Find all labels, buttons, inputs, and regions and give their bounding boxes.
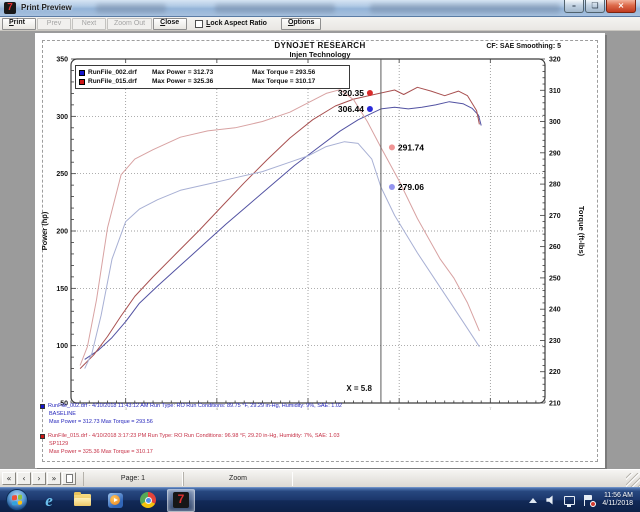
network-icon[interactable]	[564, 496, 575, 505]
volume-icon[interactable]	[546, 495, 556, 505]
last-page-button[interactable]: »	[47, 472, 61, 485]
print-button[interactable]: Print	[2, 18, 36, 30]
system-tray: 11:56 AM 4/11/2018	[529, 492, 640, 509]
svg-text:310: 310	[549, 88, 561, 95]
taskbar: e 7 11:56 AM 4/11/2018	[0, 487, 640, 512]
svg-text:300: 300	[56, 114, 68, 121]
curve	[80, 87, 479, 368]
window-title: Print Preview	[21, 3, 72, 12]
taskbar-explorer-button[interactable]	[68, 489, 96, 512]
svg-text:200: 200	[56, 229, 68, 236]
svg-text:250: 250	[549, 275, 561, 282]
svg-text:291.74: 291.74	[398, 142, 424, 152]
app-icon: 7	[4, 2, 16, 14]
taskbar-clock[interactable]: 11:56 AM 4/11/2018	[602, 492, 633, 509]
svg-text:240: 240	[549, 307, 561, 314]
clock-date: 4/11/2018	[602, 500, 633, 509]
cursor-marker	[367, 106, 373, 112]
show-hidden-icons-button[interactable]	[529, 498, 537, 503]
titlebar[interactable]: 7 Print Preview – ❏ ×	[0, 0, 640, 17]
maximize-button[interactable]: ❏	[585, 0, 605, 13]
zoom-cell: Zoom	[183, 472, 293, 486]
taskbar-media-player-button[interactable]	[101, 489, 129, 512]
svg-text:270: 270	[549, 213, 561, 220]
options-button[interactable]: Options	[281, 18, 321, 30]
svg-text:280: 280	[549, 182, 561, 189]
svg-text:Torque (ft-lbs): Torque (ft-lbs)	[577, 206, 586, 257]
toolbar: Print Prev Next Zoom Out Close Lock Aspe…	[0, 17, 640, 31]
statusbar: « ‹ › » Page: 1 Zoom	[0, 469, 640, 487]
chrome-icon	[140, 492, 156, 508]
prev-button[interactable]: Prev	[37, 18, 71, 30]
screen: 7 Print Preview – ❏ × Print Prev Next Zo…	[0, 0, 640, 512]
media-player-icon	[108, 493, 123, 508]
svg-text:6: 6	[398, 406, 401, 411]
cursor-marker	[367, 90, 373, 96]
taskbar-internet-explorer-button[interactable]: e	[35, 489, 63, 512]
internet-explorer-icon: e	[45, 492, 53, 509]
chart-legend: RunFile_002.drf Max Power = 312.73 Max T…	[75, 65, 350, 89]
zoom-out-button[interactable]: Zoom Out	[107, 18, 152, 30]
page-view-button[interactable]	[62, 472, 76, 485]
svg-text:150: 150	[56, 286, 68, 293]
start-button[interactable]	[6, 489, 28, 511]
alert-badge	[590, 501, 596, 507]
svg-text:230: 230	[549, 338, 561, 345]
taskbar-dynojet-button[interactable]: 7	[167, 489, 195, 512]
cursor-marker	[389, 144, 395, 150]
taskbar-chrome-button[interactable]	[134, 489, 162, 512]
lock-aspect-ratio-checkbox[interactable]	[195, 20, 203, 28]
run-swatch-red	[40, 434, 45, 439]
svg-text:220: 220	[549, 369, 561, 376]
clock-time: 11:56 AM	[602, 492, 633, 501]
svg-text:100: 100	[56, 343, 68, 350]
svg-text:210: 210	[549, 401, 561, 408]
redacted-text	[215, 4, 335, 13]
run-annotation-baseline: RunFile_002.drf - 4/10/2018 11:43:12 AM …	[40, 402, 342, 426]
legend-swatch-blue	[79, 70, 85, 76]
run-annotation-sp1129: RunFile_015.drf - 4/10/2018 3:17:23 PM R…	[40, 432, 340, 456]
resize-grip[interactable]	[626, 473, 640, 487]
svg-text:7: 7	[489, 406, 492, 411]
close-window-button[interactable]: ×	[606, 0, 636, 13]
svg-text:320: 320	[549, 57, 561, 64]
next-button[interactable]: Next	[72, 18, 106, 30]
next-page-button[interactable]: ›	[32, 472, 46, 485]
lock-aspect-ratio-control[interactable]: Lock Aspect Ratio	[195, 20, 267, 28]
svg-text:X = 5.8: X = 5.8	[346, 384, 372, 393]
svg-text:350: 350	[56, 57, 68, 64]
report-page: DYNOJET RESEARCH Injen Technology CF: SA…	[35, 33, 605, 468]
svg-text:260: 260	[549, 244, 561, 251]
legend-row: RunFile_015.drf Max Power = 325.36 Max T…	[79, 77, 344, 86]
curve	[85, 102, 482, 360]
svg-text:306.44: 306.44	[338, 104, 364, 114]
redacted-text	[370, 4, 560, 13]
page-icon	[66, 474, 73, 483]
windows-logo-icon	[12, 494, 22, 505]
close-preview-button[interactable]: Close	[153, 18, 187, 30]
svg-text:320.35: 320.35	[338, 88, 364, 98]
svg-text:Power (hp): Power (hp)	[40, 211, 49, 250]
folder-icon	[74, 494, 91, 506]
minimize-button[interactable]: –	[564, 0, 584, 13]
dynojet-app-icon: 7	[173, 492, 189, 508]
svg-text:250: 250	[56, 171, 68, 178]
redacted-text	[96, 4, 166, 13]
preview-area: DYNOJET RESEARCH Injen Technology CF: SA…	[0, 31, 640, 469]
legend-swatch-red	[79, 79, 85, 85]
svg-text:279.06: 279.06	[398, 182, 424, 192]
cursor-marker	[389, 184, 395, 190]
action-center-icon[interactable]	[584, 495, 593, 506]
first-page-button[interactable]: «	[2, 472, 16, 485]
legend-row: RunFile_002.drf Max Power = 312.73 Max T…	[79, 68, 344, 77]
prev-page-button[interactable]: ‹	[17, 472, 31, 485]
curve	[80, 90, 479, 366]
svg-text:290: 290	[549, 150, 561, 157]
svg-text:300: 300	[549, 119, 561, 126]
page-number-cell: Page: 1	[83, 472, 183, 486]
run-swatch-blue	[40, 404, 45, 409]
lock-aspect-ratio-label: Lock Aspect Ratio	[206, 20, 267, 27]
